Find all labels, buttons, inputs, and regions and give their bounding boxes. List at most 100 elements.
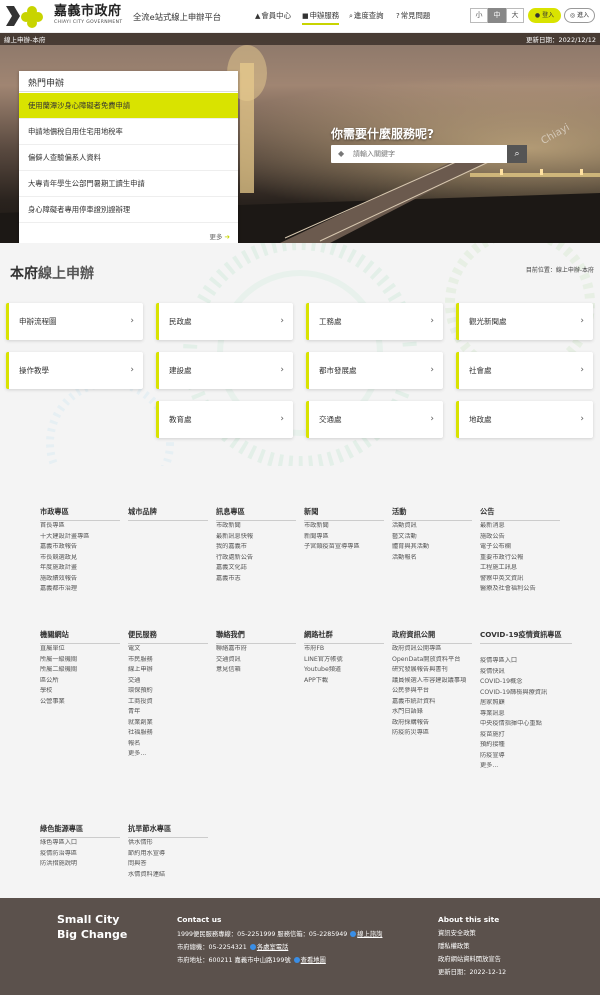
sitemap-link[interactable]: 電文 xyxy=(128,645,212,653)
sitemap-link[interactable]: 專業訊息 xyxy=(480,710,564,718)
hot-item[interactable]: 使用蘭潭沙身心障礙者免費申請 xyxy=(19,93,238,119)
font-large-button[interactable]: 大 xyxy=(506,8,524,23)
sitemap-link[interactable]: 工商投資 xyxy=(128,698,212,706)
sitemap-link[interactable]: 節約用水宣導 xyxy=(128,850,212,858)
sitemap-link[interactable]: 防疫防災專區 xyxy=(392,729,476,737)
sitemap-link[interactable]: 十大建設計畫專區 xyxy=(40,533,124,541)
hot-item[interactable]: 大專青年學生公部門暑期工讀生申請 xyxy=(19,171,238,197)
login-button[interactable]: ● 登入 xyxy=(528,8,561,23)
sitemap-link[interactable]: 活動資訊 xyxy=(392,522,476,530)
sitemap-link[interactable]: 子宮頸疫苗宣導專區 xyxy=(304,543,388,551)
service-card[interactable]: 建設處 › xyxy=(156,352,293,389)
sitemap-link[interactable]: 警察中英文資訊 xyxy=(480,575,564,583)
nav-progress-query[interactable]: ⌕進度查詢 xyxy=(349,10,384,21)
sitemap-link[interactable]: 中央疫情指揮中心重點 xyxy=(480,720,564,728)
sitemap-link[interactable]: 交通 xyxy=(128,677,212,685)
font-small-button[interactable]: 小 xyxy=(470,8,488,23)
sitemap-link[interactable]: 社福服務 xyxy=(128,729,212,737)
sitemap-link[interactable]: LINE官方帳號 xyxy=(304,656,388,664)
sitemap-link[interactable]: 學校 xyxy=(40,687,124,695)
search-button[interactable]: ⌕ xyxy=(507,145,527,163)
sitemap-link[interactable]: 環保預約 xyxy=(128,687,212,695)
sitemap-link[interactable]: 預約接種 xyxy=(480,741,564,749)
sitemap-link[interactable]: 公民參與平台 xyxy=(392,687,476,695)
sitemap-link[interactable]: 問與答 xyxy=(128,860,212,868)
sitemap-link[interactable]: 交通資訊 xyxy=(216,656,300,664)
sitemap-link[interactable]: 施政績效報告 xyxy=(40,575,124,583)
more-link[interactable]: 更多 ➔ xyxy=(209,231,230,241)
service-card[interactable]: 交通處 › xyxy=(306,401,443,438)
brand-block[interactable]: 嘉義市政府 CHIAYI CITY GOVERNMENT xyxy=(54,4,134,26)
sitemap-link[interactable]: 施政公告 xyxy=(480,533,564,541)
service-card[interactable]: 地政處 › xyxy=(456,401,593,438)
sitemap-link[interactable]: 嘉義都市治理 xyxy=(40,585,124,593)
sitemap-link[interactable]: 行政處新公告 xyxy=(216,554,300,562)
sitemap-link[interactable]: 疫苗施打 xyxy=(480,731,564,739)
sitemap-link[interactable]: 市政新聞 xyxy=(216,522,300,530)
chiayi-logo-icon[interactable] xyxy=(4,3,49,29)
sitemap-link[interactable]: 研究發展報告與書刊 xyxy=(392,666,476,674)
sitemap-link[interactable]: 政府採購報告 xyxy=(392,719,476,727)
sitemap-link[interactable]: 工程施工訊息 xyxy=(480,564,564,572)
sitemap-link[interactable]: COVID-19篩檢與療資訊 xyxy=(480,689,564,697)
sitemap-link[interactable]: 疫情防治專區 xyxy=(40,850,124,858)
sitemap-link[interactable]: 醫療及社會福利公告 xyxy=(480,585,564,593)
sitemap-link[interactable]: 市府FB xyxy=(304,645,388,653)
sitemap-link[interactable]: 就業創業 xyxy=(128,719,212,727)
sitemap-link[interactable]: 水門日語錄 xyxy=(392,708,476,716)
enter-button[interactable]: ◎ 進入 xyxy=(564,8,595,23)
service-card[interactable]: 申辦流程圖 › xyxy=(6,303,143,340)
sitemap-link[interactable]: 我的嘉義市 xyxy=(216,543,300,551)
sitemap-link[interactable]: 議員候選人市容建設議事項 xyxy=(392,677,476,685)
sitemap-link[interactable]: 更多... xyxy=(480,762,564,770)
phone-list-link[interactable]: 各處室電話 xyxy=(257,944,288,951)
sitemap-link[interactable]: 區公所 xyxy=(40,677,124,685)
search-input[interactable] xyxy=(353,146,503,162)
service-card[interactable]: 社會處 › xyxy=(456,352,593,389)
sitemap-link[interactable]: 嘉義文化誌 xyxy=(216,564,300,572)
nav-application-service[interactable]: ■申辦服務 xyxy=(302,10,340,25)
nav-faq[interactable]: ?常見問題 xyxy=(396,10,430,21)
sitemap-link[interactable]: OpenData開放資料平台 xyxy=(392,656,476,664)
sitemap-link[interactable]: 嘉義市統計資料 xyxy=(392,698,476,706)
about-link[interactable]: 政府網站資料開放宣告 xyxy=(438,955,501,964)
service-card[interactable]: 操作教學 › xyxy=(6,352,143,389)
sitemap-link[interactable]: 疫情快訊 xyxy=(480,668,564,676)
sitemap-link[interactable]: 嘉義市志 xyxy=(216,575,300,583)
sitemap-link[interactable]: 報名 xyxy=(128,740,212,748)
sitemap-link[interactable]: 所屬一級機關 xyxy=(40,656,124,664)
sitemap-link[interactable]: 防洪措施說明 xyxy=(40,860,124,868)
nav-member-center[interactable]: ▲會員中心 xyxy=(255,10,291,21)
sitemap-link[interactable]: 意見信箱 xyxy=(216,666,300,674)
sitemap-link[interactable]: 更多... xyxy=(128,750,212,758)
about-link[interactable]: 資訊安全政策 xyxy=(438,929,476,938)
sitemap-link[interactable]: 供水情形 xyxy=(128,839,212,847)
view-map-link[interactable]: 查看地圖 xyxy=(301,957,326,964)
sitemap-link[interactable]: 市長競選政見 xyxy=(40,554,124,562)
sitemap-link[interactable]: 疫情專區入口 xyxy=(480,657,564,665)
sitemap-link[interactable]: 最新消息 xyxy=(480,522,564,530)
sitemap-link[interactable]: 居家照顧 xyxy=(480,699,564,707)
about-link[interactable]: 隱私權政策 xyxy=(438,942,469,951)
sitemap-link[interactable]: 市民服務 xyxy=(128,656,212,664)
font-medium-button[interactable]: 中 xyxy=(488,8,506,23)
sitemap-link[interactable]: 活動報名 xyxy=(392,554,476,562)
service-card[interactable]: 民政處 › xyxy=(156,303,293,340)
service-card[interactable]: 工務處 › xyxy=(306,303,443,340)
sitemap-link[interactable]: 嘉義市政報告 xyxy=(40,543,124,551)
sitemap-link[interactable]: 體育與其活動 xyxy=(392,543,476,551)
sitemap-link[interactable]: Youtube頻道 xyxy=(304,666,388,674)
hot-item[interactable]: 偏僻人查驗偏系人資料 xyxy=(19,145,238,171)
sitemap-link[interactable]: 重要市政行公報 xyxy=(480,554,564,562)
service-card[interactable]: 都市發展處 › xyxy=(306,352,443,389)
sitemap-link[interactable]: 防疫宣導 xyxy=(480,752,564,760)
sitemap-link[interactable]: 公營事業 xyxy=(40,698,124,706)
sitemap-link[interactable]: 線上申辦 xyxy=(128,666,212,674)
service-card[interactable]: 教育處 › xyxy=(156,401,293,438)
hot-item[interactable]: 申請地價稅自用住宅用地稅率 xyxy=(19,119,238,145)
sitemap-link[interactable]: 年度施政計畫 xyxy=(40,564,124,572)
sitemap-link[interactable]: 藝文活動 xyxy=(392,533,476,541)
sitemap-link[interactable]: 青年 xyxy=(128,708,212,716)
online-consult-link[interactable]: 線上諮詢 xyxy=(357,931,382,938)
sitemap-link[interactable]: APP下載 xyxy=(304,677,388,685)
